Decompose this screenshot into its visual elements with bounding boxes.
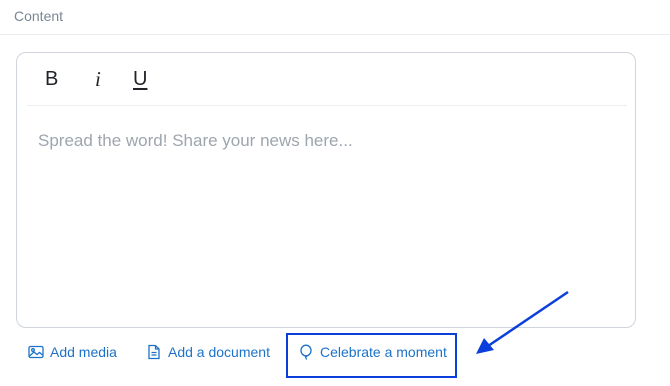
formatting-toolbar: B i U	[27, 53, 627, 106]
bold-button[interactable]: B	[45, 67, 58, 91]
underline-button[interactable]: U	[133, 67, 147, 91]
compose-content-panel: Content B i U Spread the word! Share you…	[0, 0, 670, 386]
content-section-label: Content	[14, 8, 64, 24]
italic-button[interactable]: i	[95, 67, 101, 91]
add-media-button[interactable]: Add media	[28, 344, 117, 360]
add-document-label: Add a document	[168, 344, 270, 360]
image-icon	[28, 344, 44, 360]
annotation-highlight-box	[286, 333, 457, 378]
document-icon	[146, 344, 162, 360]
annotation-arrow	[476, 290, 569, 354]
add-media-label: Add media	[50, 344, 117, 360]
add-document-button[interactable]: Add a document	[146, 344, 270, 360]
editor-placeholder[interactable]: Spread the word! Share your news here...	[38, 131, 353, 151]
section-divider	[0, 34, 670, 35]
